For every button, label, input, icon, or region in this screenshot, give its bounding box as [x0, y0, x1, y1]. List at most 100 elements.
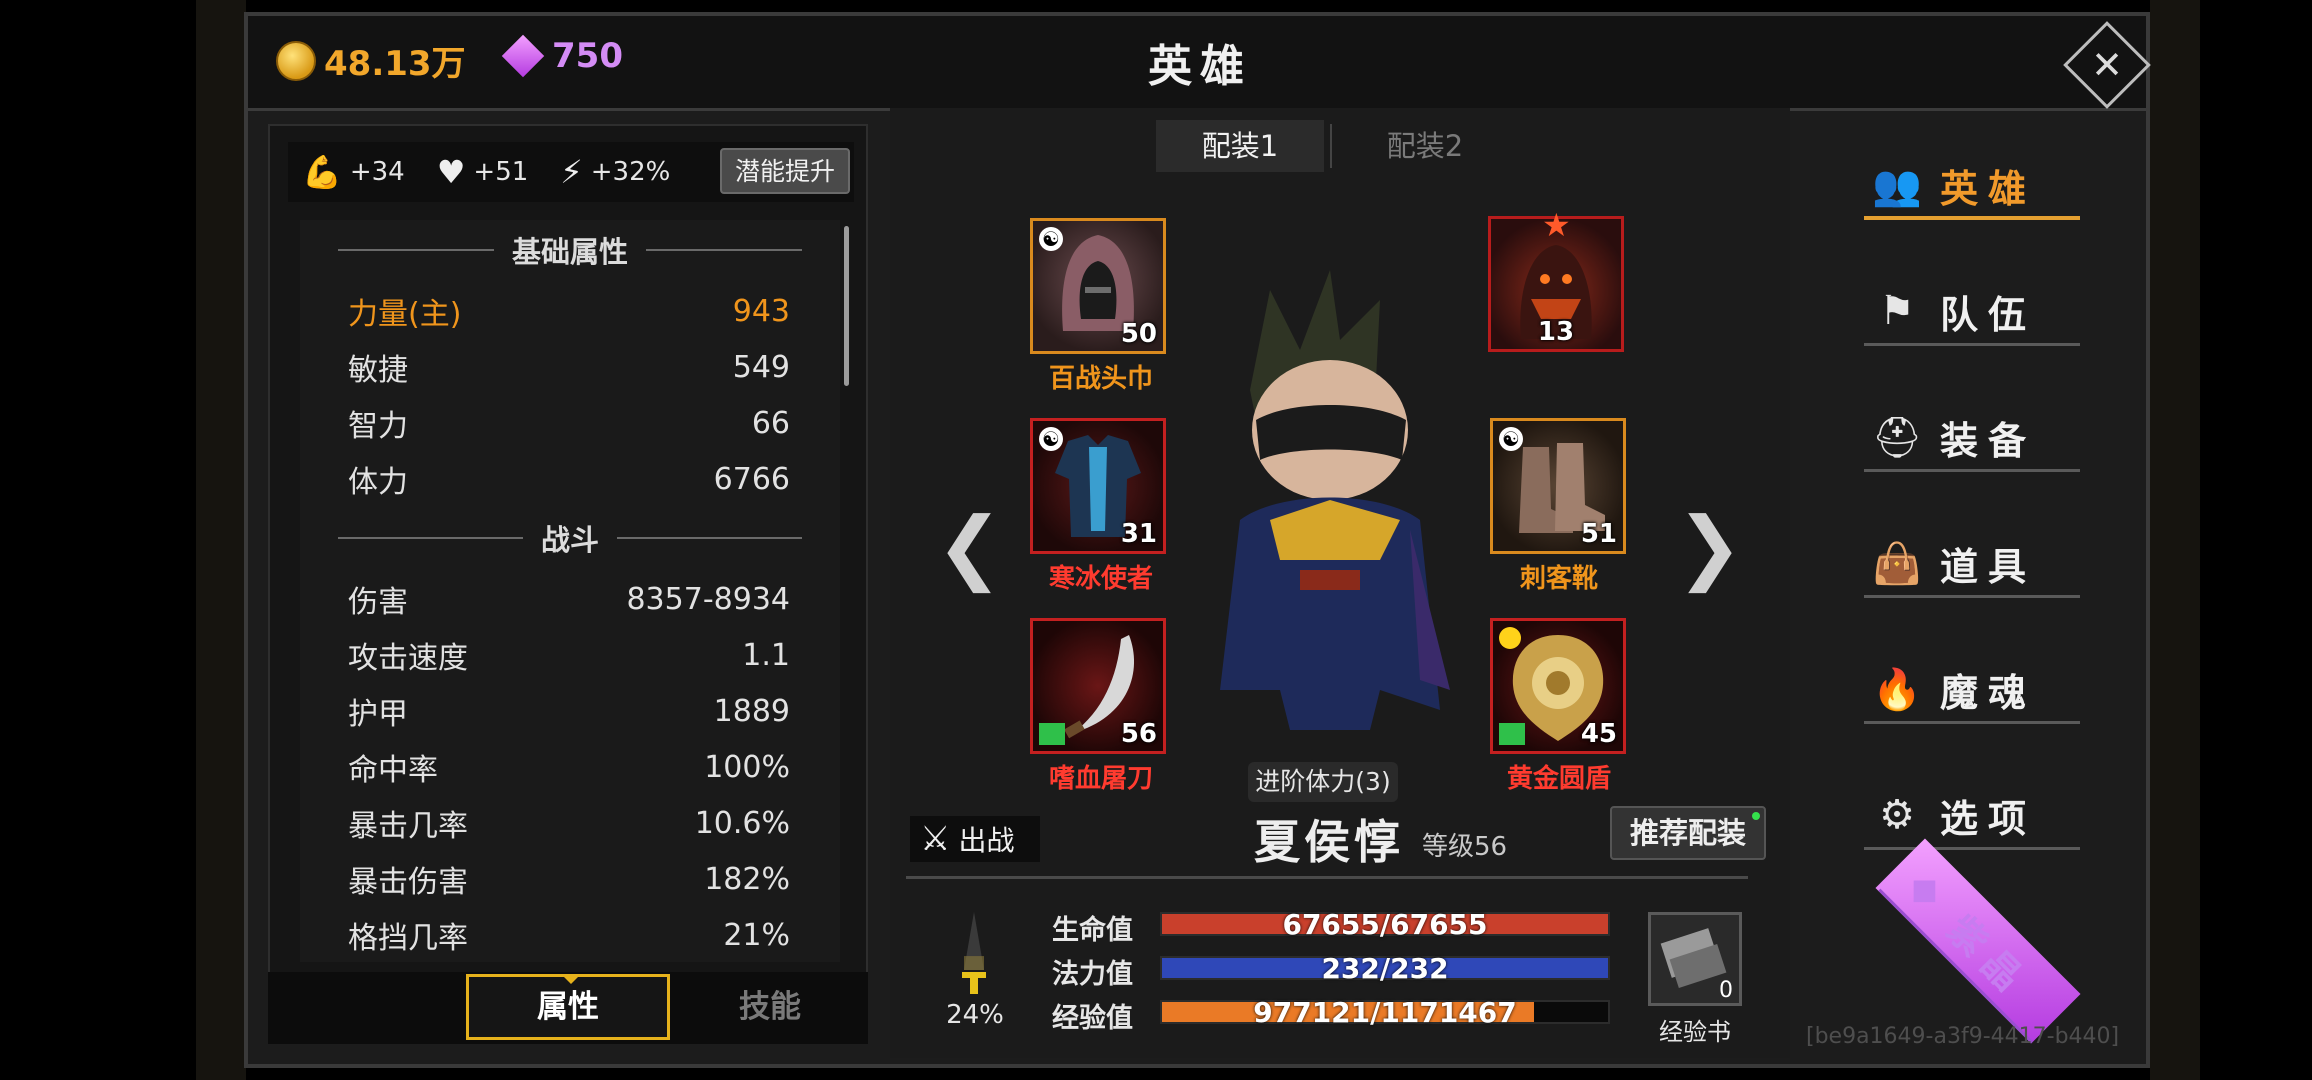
- stat-row-armor: 护甲 1889: [348, 689, 790, 733]
- stat-label: 暴击几率: [348, 809, 468, 844]
- head-level: 50: [1120, 319, 1157, 349]
- armor-level: 31: [1120, 519, 1157, 549]
- heart-icon: ♥: [436, 153, 466, 191]
- gem-counter: 750: [500, 34, 623, 78]
- notification-dot: [1752, 812, 1760, 820]
- stat-label: 暴击伤害: [348, 865, 468, 900]
- shield-level: 45: [1580, 719, 1617, 749]
- background-right: [2150, 0, 2200, 1080]
- tab-skills[interactable]: 技能: [700, 974, 840, 1040]
- stat-value: 943: [732, 293, 790, 329]
- bag-icon: 👜: [1872, 540, 1922, 587]
- menu-items-label: 道具: [1940, 544, 2037, 589]
- boots-slot[interactable]: ☯ 51: [1490, 418, 1626, 554]
- yin-yang-icon: ☯: [1039, 427, 1063, 451]
- menu-underline: [1864, 721, 2080, 724]
- flag-icon: ⚑: [1879, 288, 1915, 334]
- menu-hero-label: 英雄: [1940, 166, 2037, 211]
- health-bonus: ♥ +51: [437, 153, 529, 191]
- menu-options[interactable]: ⚙ 选项: [1860, 780, 2080, 850]
- exp-book-button[interactable]: 0: [1648, 912, 1742, 1006]
- menu-options-label: 选项: [1940, 796, 2037, 841]
- menu-equipment[interactable]: ⛑ 装备: [1860, 402, 2080, 472]
- menu-underline: [1864, 216, 2080, 220]
- next-hero-arrow[interactable]: ❯: [1676, 500, 1743, 593]
- stat-row-crit-damage: 暴击伤害 182%: [348, 857, 790, 901]
- weapon-slot[interactable]: 56: [1030, 618, 1166, 754]
- tab-attributes[interactable]: 属性: [466, 974, 670, 1040]
- power-percent: 24%: [946, 1000, 1004, 1030]
- gold-counter: 48.13万: [276, 36, 466, 85]
- stat-row-attack-speed: 攻击速度 1.1: [348, 633, 790, 677]
- armor-item-name: 寒冰使者: [1048, 564, 1153, 594]
- loadout-divider: [1330, 124, 1332, 168]
- book-icon: [1499, 723, 1525, 745]
- menu-underline: [1864, 343, 2080, 346]
- stat-value: 182%: [704, 861, 790, 897]
- stat-value: 100%: [704, 749, 790, 785]
- menu-items[interactable]: 👜 道具: [1860, 528, 2080, 598]
- stat-value: 8357-8934: [626, 581, 790, 617]
- crossed-swords-icon: ⚔: [920, 819, 951, 859]
- exp-bar: 977121/1171467: [1160, 996, 1610, 1029]
- stat-value: 549: [732, 349, 790, 385]
- stat-row-intelligence: 智力 66: [348, 401, 790, 445]
- health-bonus-value: +51: [473, 157, 529, 187]
- gold-dot-icon: [1499, 627, 1521, 649]
- sword-fill: [964, 956, 984, 970]
- advance-stamina-label: 进阶体力(3): [1248, 762, 1398, 802]
- hero-level: 等级56: [1422, 832, 1508, 862]
- menu-equipment-label: 装备: [1940, 418, 2037, 463]
- stat-label: 力量(主): [348, 297, 462, 332]
- head-slot[interactable]: ☯ 50: [1030, 218, 1166, 354]
- tab-loadout-2[interactable]: 配装2: [1340, 120, 1510, 172]
- gold-amount: 48.13万: [324, 44, 466, 84]
- menu-underline: [1864, 847, 2080, 850]
- weapon-item-name: 嗜血屠刀: [1048, 764, 1153, 794]
- strength-bonus-value: +34: [349, 157, 405, 187]
- stat-label: 命中率: [348, 753, 438, 788]
- stat-label: 体力: [348, 465, 408, 500]
- deploy-button[interactable]: ⚔ 出战: [910, 816, 1040, 862]
- menu-hero[interactable]: 👥 英雄: [1860, 150, 2080, 220]
- recommend-label: 推荐配装: [1629, 816, 1746, 850]
- flame-icon: 🔥: [1872, 666, 1922, 713]
- stat-row-damage: 伤害 8357-8934: [348, 577, 790, 621]
- stat-label: 敏捷: [348, 353, 408, 388]
- exp-book-count: 0: [1719, 978, 1733, 1003]
- recommend-loadout-button[interactable]: 推荐配装: [1610, 806, 1766, 860]
- book-icon: [1039, 723, 1065, 745]
- basic-attributes-heading-text: 基础属性: [512, 235, 629, 269]
- menu-team[interactable]: ⚑ 队伍: [1860, 276, 2080, 346]
- tab-loadout-1[interactable]: 配装1: [1156, 120, 1324, 172]
- energy-bonus: ⚡ +32%: [560, 153, 670, 191]
- shield-slot[interactable]: 45: [1490, 618, 1626, 754]
- potential-upgrade-button[interactable]: 潜能提升: [720, 148, 850, 194]
- yin-yang-icon: ☯: [1499, 427, 1523, 451]
- stats-scrollbar[interactable]: [844, 226, 849, 386]
- muscle-icon: 💪: [302, 153, 342, 191]
- stat-value: 10.6%: [694, 805, 790, 841]
- shield-item-name: 黄金圆盾: [1506, 764, 1611, 794]
- energy-bonus-value: +32%: [590, 157, 671, 187]
- menu-underline: [1864, 595, 2080, 598]
- hp-value: 67655/67655: [1282, 908, 1488, 941]
- stat-row-hit-rate: 命中率 100%: [348, 745, 790, 789]
- stat-value: 66: [751, 405, 790, 441]
- stat-row-block-chance: 格挡几率 21%: [348, 913, 790, 957]
- sword-icon: [962, 912, 986, 994]
- stat-value: 6766: [713, 461, 790, 497]
- background-left: [196, 0, 246, 1080]
- combat-heading-text: 战斗: [541, 523, 600, 557]
- stat-row-stamina: 体力 6766: [348, 457, 790, 501]
- hero-name: 夏侯惇: [1254, 815, 1404, 869]
- head-item-name: 百战头巾: [1048, 364, 1153, 394]
- armor-slot[interactable]: ☯ 31: [1030, 418, 1166, 554]
- menu-soul[interactable]: 🔥 魔魂: [1860, 654, 2080, 724]
- stat-label: 智力: [348, 409, 408, 444]
- stat-row-agility: 敏捷 549: [348, 345, 790, 389]
- basic-attributes-heading: 基础属性: [320, 230, 820, 270]
- lightning-icon: ⚡: [560, 153, 583, 191]
- hp-bar: 67655/67655: [1160, 908, 1610, 941]
- previous-hero-arrow[interactable]: ❮: [936, 500, 1003, 593]
